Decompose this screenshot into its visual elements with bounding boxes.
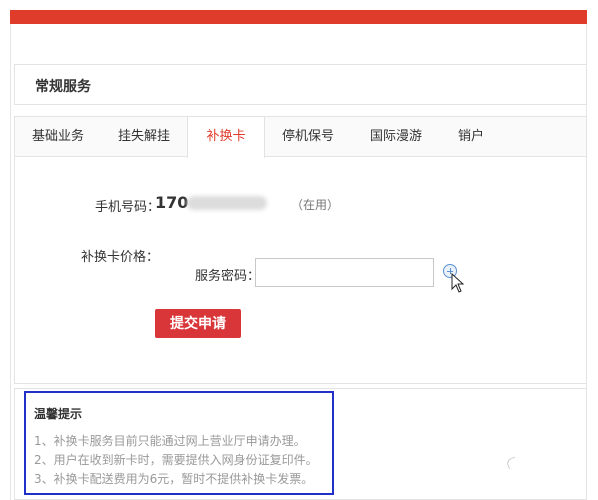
- tab-suspend-keep-number[interactable]: 停机保号: [265, 117, 351, 157]
- tab-international-roaming[interactable]: 国际漫游: [351, 117, 441, 157]
- tips-title: 温馨提示: [34, 407, 83, 421]
- mouse-cursor-icon: [451, 273, 465, 293]
- tab-replace-card[interactable]: 补换卡: [187, 117, 265, 158]
- submit-application-button[interactable]: 提交申请: [155, 309, 241, 338]
- tab-cancel-account[interactable]: 销户: [441, 117, 501, 157]
- phone-status: （在用）: [291, 198, 340, 212]
- replace-card-price-label: 补换卡价格：: [81, 250, 160, 265]
- service-tabs: 基础业务 挂失解挂 补换卡 停机保号 国际漫游 销户: [15, 117, 586, 158]
- tip-item: 1、补换卡服务目前只能通过网上营业厅申请办理。: [34, 434, 306, 448]
- phone-number-prefix: 170: [155, 193, 189, 212]
- phone-number-masked: [187, 196, 267, 210]
- phone-label: 手机号码：: [95, 200, 161, 215]
- service-password-input[interactable]: [255, 258, 434, 287]
- top-accent-bar: [10, 10, 587, 24]
- tab-report-loss[interactable]: 挂失解挂: [101, 117, 187, 157]
- section-header: 常规服务: [14, 64, 587, 105]
- tip-item: 2、用户在收到新卡时，需要提供入网身份证复印件。: [34, 453, 318, 467]
- section-title: 常规服务: [35, 79, 91, 95]
- service-password-label: 服务密码：: [195, 269, 261, 284]
- tip-item: 3、补换卡配送费用为6元，暂时不提供补换卡发票。: [34, 472, 314, 486]
- tab-basic-business[interactable]: 基础业务: [15, 117, 101, 157]
- service-panel: 基础业务 挂失解挂 补换卡 停机保号 国际漫游 销户 手机号码： 170 （在用…: [14, 116, 587, 384]
